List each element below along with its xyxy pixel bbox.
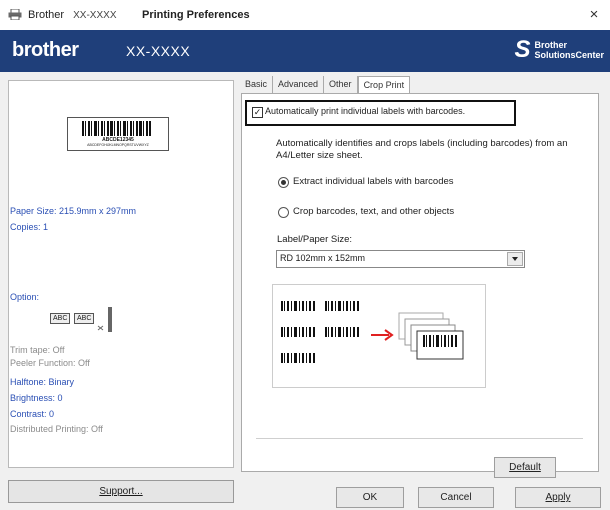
solutions-center-link[interactable]: S Brother SolutionsCenter xyxy=(514,36,604,63)
window-title: Printing Preferences xyxy=(142,9,250,21)
tab-basic[interactable]: Basic xyxy=(240,76,274,94)
solutions-center-text: Brother SolutionsCenter xyxy=(534,40,604,60)
brother-logo: brother xyxy=(12,39,79,61)
halftone-info: Halftone: Binary xyxy=(10,377,75,387)
option-abc-box-2: ABC xyxy=(74,313,95,324)
copies-info: Copies: 1 xyxy=(10,222,49,232)
model-masked: XX-XXXX xyxy=(73,10,117,21)
stacked-labels xyxy=(398,312,464,360)
support-button-label: Support... xyxy=(99,486,143,497)
close-icon[interactable]: × xyxy=(586,6,602,23)
brightness-info: Brightness: 0 xyxy=(10,393,63,403)
crop-print-page: ✓ Automatically print individual labels … xyxy=(241,93,599,478)
window-app-name: Brother XX-XXXX xyxy=(28,9,117,21)
option-title: Option: xyxy=(10,292,40,302)
paper-size-info: Paper Size: 215.9mm x 297mm xyxy=(10,206,137,216)
ok-button[interactable]: OK xyxy=(336,487,404,508)
auto-print-option[interactable]: ✓ Automatically print individual labels … xyxy=(245,100,516,126)
distributed-printing-info: Distributed Printing: Off xyxy=(10,424,103,434)
label-paper-size-value: RD 102mm x 152mm xyxy=(280,253,366,263)
solutions-line-2: SolutionsCenter xyxy=(534,50,604,60)
bottom-divider xyxy=(256,438,583,439)
window-titlebar: Brother XX-XXXX Printing Preferences × xyxy=(0,0,610,31)
cancel-button[interactable]: Cancel xyxy=(418,487,494,508)
tab-other[interactable]: Other xyxy=(324,76,358,94)
solutions-line-1: Brother xyxy=(534,40,567,50)
crop-illustration xyxy=(272,284,486,388)
crop-process-diagram xyxy=(281,301,464,363)
brand-header: brother XX-XXXX S Brother SolutionsCente… xyxy=(0,30,610,72)
peeler-function-info: Peeler Function: Off xyxy=(10,358,90,368)
app-name: Brother xyxy=(28,9,65,21)
tab-strip: Basic Advanced Other Crop Print xyxy=(240,76,411,95)
solutions-center-icon: S xyxy=(514,36,531,63)
red-arrow-icon xyxy=(371,329,394,341)
radio-extract-label: Extract individual labels with barcodes xyxy=(293,176,454,187)
radio-extract-labels[interactable] xyxy=(278,177,289,188)
label-preview: ABCDE12345 ABCDEFGHIJKLMNOPQRSTUVWXYZ xyxy=(67,117,169,151)
apply-button-label: Apply xyxy=(545,492,571,503)
printer-icon xyxy=(8,9,22,20)
support-button[interactable]: Support... xyxy=(8,480,234,503)
label-paper-size-label: Label/Paper Size: xyxy=(277,234,352,245)
auto-print-label: Automatically print individual labels wi… xyxy=(265,106,466,116)
radio-crop-label: Crop barcodes, text, and other objects xyxy=(293,206,455,217)
auto-print-checkbox[interactable]: ✓ xyxy=(252,107,263,118)
barcode-icon xyxy=(82,121,151,136)
preview-label-subtext: ABCDEFGHIJKLMNOPQRSTUVWXYZ xyxy=(87,143,149,147)
sheet-barcodes xyxy=(281,301,359,363)
default-button-label: Default xyxy=(509,462,541,473)
option-abc-box-1: ABC xyxy=(50,313,71,324)
label-paper-size-select[interactable]: RD 102mm x 152mm xyxy=(276,250,525,268)
contrast-info: Contrast: 0 xyxy=(10,409,55,419)
trim-option-icon: ABC ABC xyxy=(50,307,120,333)
header-model: XX-XXXX xyxy=(126,43,191,59)
crop-description: Automatically identifies and crops label… xyxy=(276,138,568,161)
trim-tape-info: Trim tape: Off xyxy=(10,345,65,355)
dropdown-arrow-icon[interactable] xyxy=(507,252,523,266)
cut-mark-icon xyxy=(97,307,112,332)
default-button[interactable]: Default xyxy=(494,457,556,478)
apply-button[interactable]: Apply xyxy=(515,487,601,508)
tab-advanced[interactable]: Advanced xyxy=(273,76,325,94)
radio-crop-objects[interactable] xyxy=(278,207,289,218)
settings-summary-panel: ABCDE12345 ABCDEFGHIJKLMNOPQRSTUVWXYZ Pa… xyxy=(8,80,234,468)
